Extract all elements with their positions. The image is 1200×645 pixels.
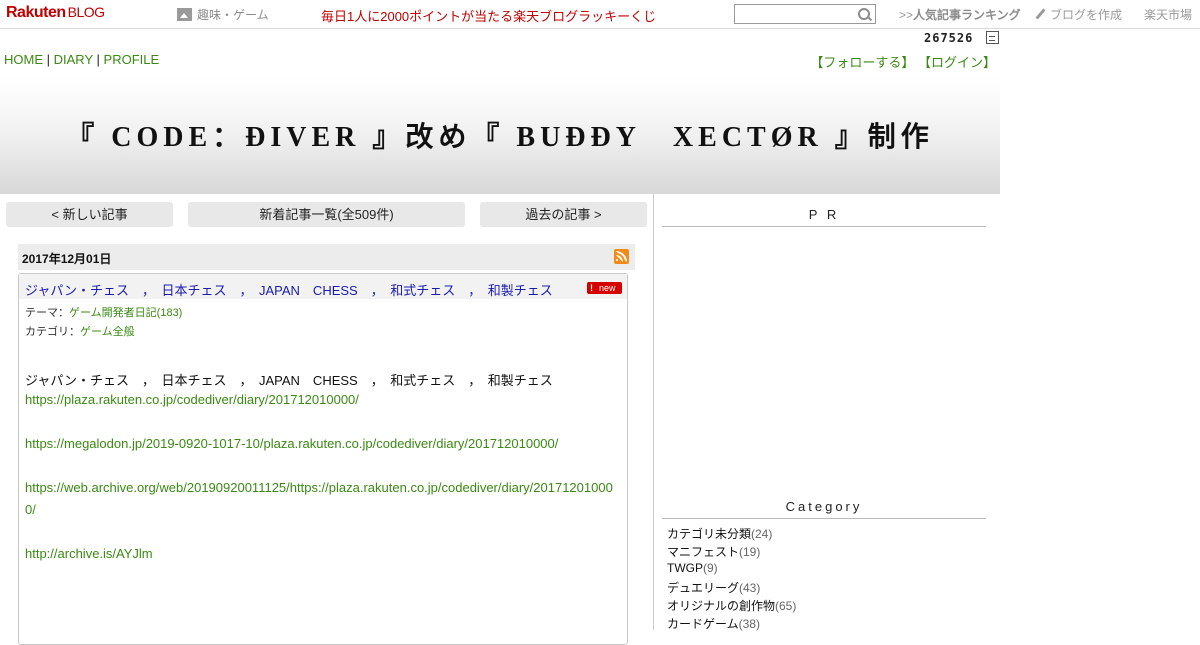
category-link[interactable]: ゲーム全般 xyxy=(80,326,135,338)
category-label: カテゴリ： xyxy=(25,326,80,338)
lottery-link[interactable]: 毎日1人に2000ポイントが当たる楽天ブログラッキーくじ xyxy=(321,6,656,25)
nav-separator: | xyxy=(96,52,100,67)
hobby-genre-link[interactable]: 趣味・ゲーム xyxy=(177,6,269,23)
category-name: マニフェスト xyxy=(667,545,740,559)
date-bar: 2017年12月01日 xyxy=(18,244,635,270)
entry-link[interactable]: http://archive.is/AYJlm xyxy=(25,546,153,561)
blog-header: 『 CODE：ĐIVER 』改め『 BUĐĐY XECTØR 』制作 xyxy=(0,75,1000,194)
rss-icon[interactable] xyxy=(614,249,629,264)
category-name: カテゴリ未分類 xyxy=(667,527,752,541)
category-count: (9) xyxy=(703,561,718,575)
ranking-prefix: >> xyxy=(899,8,914,22)
entry-title-bar: ジャパン・チェス ， 日本チェス ， JAPAN CHESS ， 和式チェス ，… xyxy=(19,274,627,299)
hobby-genre-label: 趣味・ゲーム xyxy=(197,8,269,22)
badge-exclamation: ! xyxy=(590,283,593,293)
logo-brand: Rakuten xyxy=(6,4,66,21)
entry-link-continued[interactable]: 0/ xyxy=(25,502,36,517)
search-box[interactable] xyxy=(734,4,876,24)
image-icon xyxy=(177,8,192,21)
entry-category: カテゴリ：ゲーム全般 xyxy=(25,323,135,339)
access-counter: 267526 xyxy=(924,31,974,45)
theme-label: テーマ： xyxy=(25,307,69,319)
nav-diary[interactable]: DIARY xyxy=(54,52,93,67)
sidebar-category-item[interactable]: オリジナルの創作物(65) xyxy=(667,597,796,614)
rakuten-market-link[interactable]: 楽天市場 xyxy=(1144,6,1192,23)
category-count: (19) xyxy=(739,545,761,559)
category-name: オリジナルの創作物 xyxy=(667,599,776,613)
category-count: (24) xyxy=(751,527,773,541)
logo-product: BLOG xyxy=(67,4,105,20)
category-name: デュエリーグ xyxy=(667,581,740,595)
create-blog-label: ブログを作成 xyxy=(1050,8,1123,22)
category-heading: Category xyxy=(662,499,986,519)
category-name: TWGP xyxy=(667,561,703,575)
ranking-link[interactable]: >>人気記事ランキング xyxy=(899,6,1021,23)
post-list-button[interactable]: 新着記事一覧(全509件) xyxy=(188,202,465,227)
entry-link[interactable]: https://megalodon.jp/2019-0920-1017-10/p… xyxy=(25,436,558,451)
sidebar-category-item[interactable]: デュエリーグ(43) xyxy=(667,579,760,596)
nav-separator: | xyxy=(46,52,51,67)
category-count: (43) xyxy=(739,581,761,595)
ranking-label: 人気記事ランキング xyxy=(913,8,1021,22)
follow-login-links: 【フォローする】 【ログイン】 xyxy=(810,52,996,71)
search-icon[interactable] xyxy=(858,8,870,20)
entry-link[interactable]: https://plaza.rakuten.co.jp/codediver/di… xyxy=(25,392,359,407)
pencil-icon xyxy=(1035,8,1046,20)
follow-link[interactable]: 【フォローする】 xyxy=(810,55,914,70)
badge-text: new xyxy=(599,283,616,293)
sidebar-category-item[interactable]: カードゲーム(38) xyxy=(667,615,760,632)
rakuten-blog-logo[interactable]: Rakuten BLOG xyxy=(6,4,105,22)
theme-link[interactable]: ゲーム開発者日記(183) xyxy=(69,307,182,319)
sidebar-category-item[interactable]: カテゴリ未分類(24) xyxy=(667,525,772,542)
login-link[interactable]: 【ログイン】 xyxy=(918,55,996,70)
sidebar-category-item[interactable]: TWGP(9) xyxy=(667,561,718,575)
entry-link[interactable]: https://web.archive.org/web/201909200111… xyxy=(25,480,613,495)
entry-date: 2017年12月01日 xyxy=(22,252,112,266)
category-count: (38) xyxy=(738,617,760,631)
create-blog-link[interactable]: ブログを作成 xyxy=(1035,6,1123,23)
entry-title[interactable]: ジャパン・チェス ， 日本チェス ， JAPAN CHESS ， 和式チェス ，… xyxy=(25,280,553,299)
counter-info-icon[interactable] xyxy=(986,31,999,44)
pr-heading: P R xyxy=(662,207,986,227)
newer-post-button[interactable]: < 新しい記事 xyxy=(6,202,173,227)
blog-nav: HOME | DIARY | PROFILE xyxy=(4,52,159,67)
older-post-button[interactable]: 過去の記事 > xyxy=(480,202,647,227)
nav-home[interactable]: HOME xyxy=(4,52,43,67)
entry-theme: テーマ：ゲーム開発者日記(183) xyxy=(25,304,182,320)
sidebar-category-item[interactable]: マニフェスト(19) xyxy=(667,543,760,560)
blog-entry: ジャパン・チェス ， 日本チェス ， JAPAN CHESS ， 和式チェス ，… xyxy=(18,273,628,645)
new-badge: ! new xyxy=(587,282,622,294)
blog-title[interactable]: 『 CODE：ĐIVER 』改め『 BUĐĐY XECTØR 』制作 xyxy=(0,115,1000,155)
category-name: カードゲーム xyxy=(667,617,739,631)
category-count: (65) xyxy=(775,599,797,613)
column-divider xyxy=(653,194,654,630)
global-topbar: Rakuten BLOG 趣味・ゲーム 毎日1人に2000ポイントが当たる楽天ブロ… xyxy=(0,0,1200,29)
entry-body-text: ジャパン・チェス ， 日本チェス ， JAPAN CHESS ， 和式チェス ，… xyxy=(25,373,553,388)
nav-profile[interactable]: PROFILE xyxy=(104,52,160,67)
